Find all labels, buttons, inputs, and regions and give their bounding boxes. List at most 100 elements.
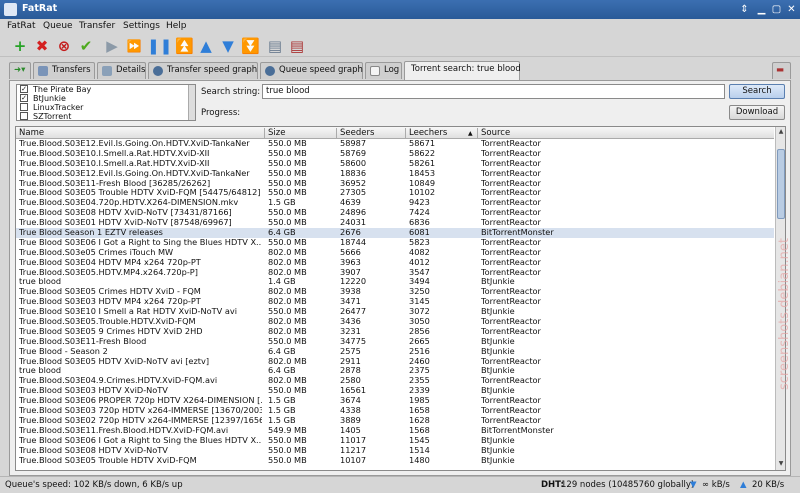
- engine-checkbox[interactable]: [20, 103, 28, 111]
- tab-menu-button[interactable]: ➜▾: [9, 62, 31, 79]
- cell-name: True Blood - Season 2: [19, 346, 108, 356]
- table-row[interactable]: True.Blood S03E05 Crimes HDTV XviD - FQM…: [16, 287, 774, 297]
- table-row[interactable]: True Blood S03E06 I Got a Right to Sing …: [16, 238, 774, 248]
- column-name[interactable]: Name: [19, 128, 44, 138]
- search-input[interactable]: true blood: [262, 84, 725, 99]
- minimize-icon[interactable]: ▁: [755, 3, 768, 16]
- upload-limit[interactable]: 20 KB/s: [752, 480, 784, 490]
- add-icon[interactable]: +: [11, 37, 29, 55]
- column-seeders[interactable]: Seeders: [340, 128, 374, 138]
- table-row[interactable]: True.Blood S03E04 HDTV MP4 x264 720p-PT 8…: [16, 258, 774, 268]
- move-top-icon[interactable]: ⏫: [175, 37, 194, 55]
- table-row[interactable]: True.Blood S03E10 I Smell a Rat HDTV Xvi…: [16, 307, 774, 317]
- table-row[interactable]: True Blood - Season 2 6.4 GB 2575 2516 BtJun…: [16, 347, 774, 357]
- cell-seeders: 10107: [340, 455, 367, 465]
- cell-source: BtJunkie: [481, 346, 515, 356]
- table-row[interactable]: True.Blood S03E03 HDTV MP4 x264 720p-PT 8…: [16, 297, 774, 307]
- table-row[interactable]: True.Blood.S03E04.9.Crimes.HDTV.XviD-FQM…: [16, 376, 774, 386]
- delete-with-data-icon[interactable]: ⊗: [55, 37, 73, 55]
- cell-source: TorrentReactor: [481, 267, 541, 277]
- tab-details[interactable]: Details: [97, 62, 146, 79]
- tab-transfer-speed-graph[interactable]: Transfer speed graph: [148, 62, 258, 79]
- fast-forward-icon[interactable]: ⏩: [125, 37, 143, 55]
- engine-item[interactable]: SZTorrent: [17, 112, 195, 120]
- engine-item[interactable]: LinuxTracker: [17, 103, 195, 112]
- table-row[interactable]: True.Blood.S03E11.Fresh.Blood.HDTV.XviD-…: [16, 426, 774, 436]
- engine-item[interactable]: ✓ The Pirate Bay: [17, 85, 195, 94]
- tab-queue-speed-graph[interactable]: Queue speed graph: [260, 62, 363, 79]
- table-row[interactable]: True.Blood S03E08 HDTV XviD-NoTV 550.0 MB…: [16, 446, 774, 456]
- tab-log[interactable]: Log: [365, 62, 402, 79]
- search-button[interactable]: Search: [729, 84, 785, 99]
- tab-transfers[interactable]: Transfers: [33, 62, 95, 79]
- table-row[interactable]: True.Blood S03E01 HDTV XviD-NoTV [87548/…: [16, 218, 774, 228]
- scroll-up-icon[interactable]: ▲: [777, 128, 785, 136]
- table-row[interactable]: True.Blood.S03E11-Fresh Blood 550.0 MB 347…: [16, 337, 774, 347]
- table-row[interactable]: True.Blood S03E06 PROPER 720p HDTV X264-…: [16, 396, 774, 406]
- close-tab-icon[interactable]: ▬: [772, 62, 791, 79]
- tab-torrent-search[interactable]: Torrent search: true blood: [404, 61, 521, 80]
- cell-size: 550.0 MB: [268, 168, 307, 178]
- download-button[interactable]: Download: [729, 105, 785, 120]
- table-row[interactable]: true blood 6.4 GB 2878 2375 BtJunkie: [16, 366, 774, 376]
- table-row[interactable]: True.Blood.S03E11-Fresh Blood [36285/262…: [16, 179, 774, 189]
- maximize-icon[interactable]: ▢: [770, 3, 783, 16]
- menu-fatrat[interactable]: FatRat: [7, 21, 36, 31]
- watermark: screenshots.debian.net: [777, 238, 792, 390]
- engine-checkbox[interactable]: ✓: [20, 94, 28, 102]
- table-row[interactable]: True Blood Season 1 EZTV releases 6.4 GB 2…: [16, 228, 774, 238]
- cell-leechers: 3250: [409, 287, 430, 297]
- table-row[interactable]: True.Blood S03E05 HDTV XviD-NoTV avi [ez…: [16, 357, 774, 367]
- menu-transfer[interactable]: Transfer: [79, 21, 115, 31]
- cell-name: True.Blood S03E03 HDTV XviD-NoTV: [19, 386, 168, 396]
- move-bottom-icon[interactable]: ⏬: [241, 37, 260, 55]
- column-size[interactable]: Size: [268, 128, 285, 138]
- move-up-icon[interactable]: ▲: [197, 37, 215, 55]
- cell-seeders: 3889: [340, 415, 361, 425]
- table-row[interactable]: True.Blood S03E08 HDTV XviD-NoTV [73431/…: [16, 208, 774, 218]
- play-icon[interactable]: ▶: [103, 37, 121, 55]
- resume-all-icon[interactable]: ✔: [77, 37, 95, 55]
- delete-queue-icon[interactable]: ▤: [288, 37, 306, 55]
- scroll-down-icon[interactable]: ▼: [777, 460, 785, 468]
- close-icon[interactable]: ✕: [785, 3, 798, 16]
- table-row[interactable]: True.Blood.S03E10.I.Smell.a.Rat.HDTV.Xvi…: [16, 149, 774, 159]
- download-limit[interactable]: ∞ kB/s: [702, 480, 730, 490]
- table-row[interactable]: True.Blood.S03E05.HDTV.MP4.x264.720p-P] 8…: [16, 268, 774, 278]
- details-icon: [102, 66, 112, 76]
- cell-name: True.Blood S03E05 9 Crimes HDTV XviD 2HD: [19, 326, 203, 336]
- cell-size: 802.0 MB: [268, 247, 307, 257]
- table-row[interactable]: True.Blood.S03E12.Evil.Is.Going.On.HDTV.…: [16, 169, 774, 179]
- table-row[interactable]: True.Blood S03E02 720p HDTV x264-IMMERSE…: [16, 416, 774, 426]
- menu-help[interactable]: Help: [166, 21, 187, 31]
- table-row[interactable]: True.Blood S03E05 Trouble HDTV XviD-FQM …: [16, 188, 774, 198]
- menu-queue[interactable]: Queue: [43, 21, 73, 31]
- window-menu-icon[interactable]: ⇕: [738, 3, 751, 16]
- graph-icon: [265, 66, 275, 76]
- table-row[interactable]: True.Blood S03E03 720p HDTV x264-IMMERSE…: [16, 406, 774, 416]
- menu-settings[interactable]: Settings: [123, 21, 160, 31]
- search-engine-list[interactable]: ✓ The Pirate Bay ✓ BtJunkie LinuxTracker…: [16, 84, 196, 121]
- engine-item[interactable]: ✓ BtJunkie: [17, 94, 195, 103]
- engine-checkbox[interactable]: ✓: [20, 85, 28, 93]
- move-down-icon[interactable]: ▼: [219, 37, 237, 55]
- table-row[interactable]: True.Blood S03E05 9 Crimes HDTV XviD 2HD…: [16, 327, 774, 337]
- table-row[interactable]: True.Blood S03E03 HDTV XviD-NoTV 550.0 MB…: [16, 386, 774, 396]
- column-source[interactable]: Source: [481, 128, 510, 138]
- engine-checkbox[interactable]: [20, 112, 28, 120]
- table-row[interactable]: True.Blood.S03E12.Evil.Is.Going.On.HDTV.…: [16, 139, 774, 149]
- table-row[interactable]: True.Blood.S03E04.720p.HDTV.X264-DIMENSI…: [16, 198, 774, 208]
- table-row[interactable]: True.Blood.S03E05.Trouble.HDTV.XviD-FQM 8…: [16, 317, 774, 327]
- pause-icon[interactable]: ❚❚: [147, 37, 172, 55]
- table-row[interactable]: True.Blood S03E05 Trouble HDTV XviD-FQM 5…: [16, 456, 774, 466]
- cell-leechers: 1545: [409, 435, 430, 445]
- table-row[interactable]: True.Blood.S03e05 Crimes iTouch MW 802.0 …: [16, 248, 774, 258]
- engine-list-scrollbar[interactable]: [188, 85, 195, 120]
- table-row[interactable]: True Blood S03E06 I Got a Right to Sing …: [16, 436, 774, 446]
- column-leechers[interactable]: Leechers: [409, 128, 447, 138]
- engine-label: BtJunkie: [33, 94, 66, 103]
- table-row[interactable]: True.Blood.S03E10.I.Smell.a.Rat.HDTV.Xvi…: [16, 159, 774, 169]
- table-row[interactable]: true blood 1.4 GB 12220 3494 BtJunkie: [16, 277, 774, 287]
- delete-icon[interactable]: ✖: [33, 37, 51, 55]
- new-queue-icon[interactable]: ▤: [266, 37, 284, 55]
